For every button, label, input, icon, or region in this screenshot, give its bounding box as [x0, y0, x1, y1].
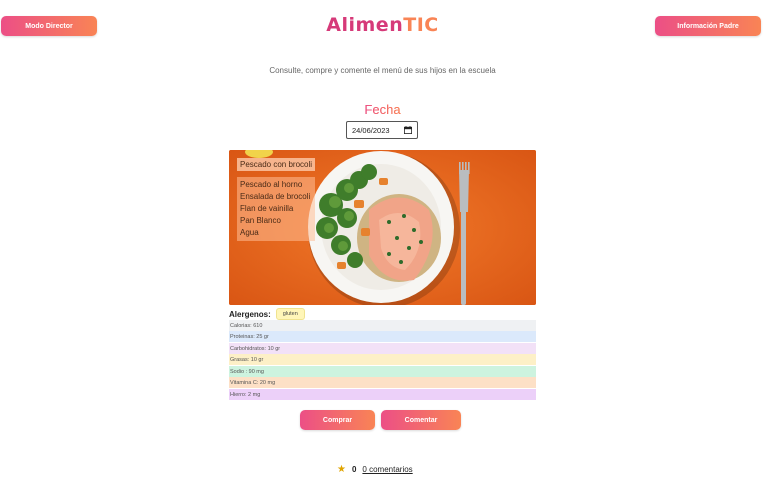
nutrition-row-iron: Hierro: 2 mg — [229, 389, 536, 400]
comments-link[interactable]: 0 comentarios — [362, 465, 412, 474]
nutrition-row-carbs: Carbohidratos: 10 gr — [229, 343, 536, 354]
menu-item: Ensalada de brocoli — [240, 192, 311, 201]
nutrition-row-calories: Calorias: 610 — [229, 320, 536, 331]
date-input-value: 24/06/2023 — [352, 125, 390, 135]
star-icon: ★ — [337, 464, 346, 475]
menu-item: Flan de vainilla — [240, 204, 294, 213]
logo-text-part2: TIC — [403, 14, 439, 36]
nutrition-row-vitamin-c: Vitamina C: 20 mg — [229, 377, 536, 388]
date-label-text: Fecha — [364, 102, 401, 117]
allergens-section: Alergenos: gluten — [229, 308, 305, 320]
allergen-badge: gluten — [275, 308, 305, 320]
menu-items-list: Pescado al horno Ensalada de brocoli Fla… — [237, 177, 316, 241]
menu-overlay: Pescado con brocoli Pescado al horno Ens… — [237, 158, 316, 241]
menu-photo: Pescado con brocoli Pescado al horno Ens… — [229, 150, 536, 305]
main-dish-name: Pescado con brocoli — [237, 158, 316, 171]
menu-item: Agua — [240, 228, 259, 237]
page-subtitle: Consulte, compre y comente el menú de su… — [269, 66, 496, 75]
logo-text-part1: Alimen — [326, 14, 404, 36]
date-label: Fecha — [0, 102, 765, 117]
rating-score: 0 — [351, 465, 357, 474]
nutrition-row-fats: Grasas: 10 gr — [229, 354, 536, 365]
date-input[interactable]: 24/06/2023 — [346, 121, 418, 139]
calendar-icon[interactable] — [404, 126, 412, 134]
nutrition-row-proteins: Proteinas: 25 gr — [229, 331, 536, 342]
buy-button[interactable]: Comprar — [300, 410, 375, 430]
nutrition-row-sodium: Sodio : 90 mg — [229, 366, 536, 377]
allergens-label: Alergenos: — [229, 309, 271, 319]
rating-section: ★ 0 0 comentarios — [337, 464, 413, 475]
menu-item: Pescado al horno — [240, 180, 303, 189]
app-logo: AlimenTIC — [0, 14, 765, 36]
comment-button[interactable]: Comentar — [381, 410, 461, 430]
parent-info-button[interactable]: Información Padre — [655, 16, 761, 36]
menu-item: Pan Blanco — [240, 216, 281, 225]
